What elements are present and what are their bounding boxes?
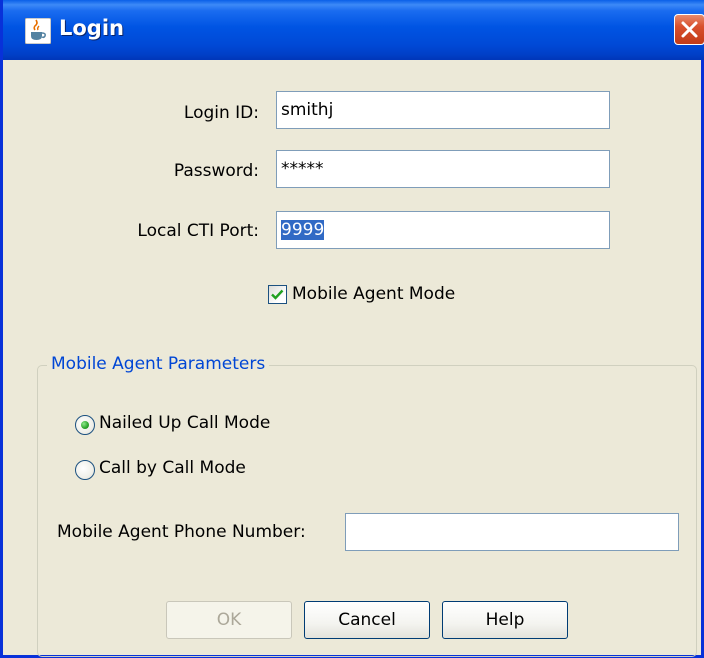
- checkmark-icon: [271, 289, 284, 300]
- phone-number-input[interactable]: [345, 513, 679, 551]
- login-window: Login Login ID: smithj Password: ***** L…: [0, 0, 704, 658]
- nailed-up-label[interactable]: Nailed Up Call Mode: [99, 413, 270, 433]
- close-icon: [681, 21, 698, 38]
- cti-port-input[interactable]: 9999: [276, 211, 610, 249]
- login-id-label: Login ID:: [183, 103, 259, 123]
- ok-button[interactable]: OK: [166, 601, 292, 639]
- group-title: Mobile Agent Parameters: [47, 354, 270, 374]
- mobile-agent-mode-checkbox[interactable]: [268, 285, 287, 304]
- login-id-input[interactable]: smithj: [276, 91, 610, 129]
- radio-selected-dot: [81, 421, 89, 429]
- cti-port-value: 9999: [281, 220, 325, 240]
- cti-port-label: Local CTI Port:: [137, 221, 259, 241]
- mobile-agent-mode-label[interactable]: Mobile Agent Mode: [292, 284, 455, 304]
- help-button[interactable]: Help: [442, 601, 568, 639]
- java-cup-icon: [24, 17, 52, 45]
- call-by-call-label[interactable]: Call by Call Mode: [99, 458, 246, 478]
- password-input[interactable]: *****: [276, 150, 610, 188]
- close-button[interactable]: [674, 14, 704, 45]
- password-label: Password:: [173, 161, 259, 181]
- phone-number-label: Mobile Agent Phone Number:: [57, 522, 306, 542]
- call-by-call-radio[interactable]: [75, 460, 95, 480]
- window-title: Login: [59, 16, 124, 40]
- cancel-button[interactable]: Cancel: [304, 601, 430, 639]
- title-bar[interactable]: Login: [3, 0, 704, 60]
- nailed-up-radio[interactable]: [75, 415, 95, 435]
